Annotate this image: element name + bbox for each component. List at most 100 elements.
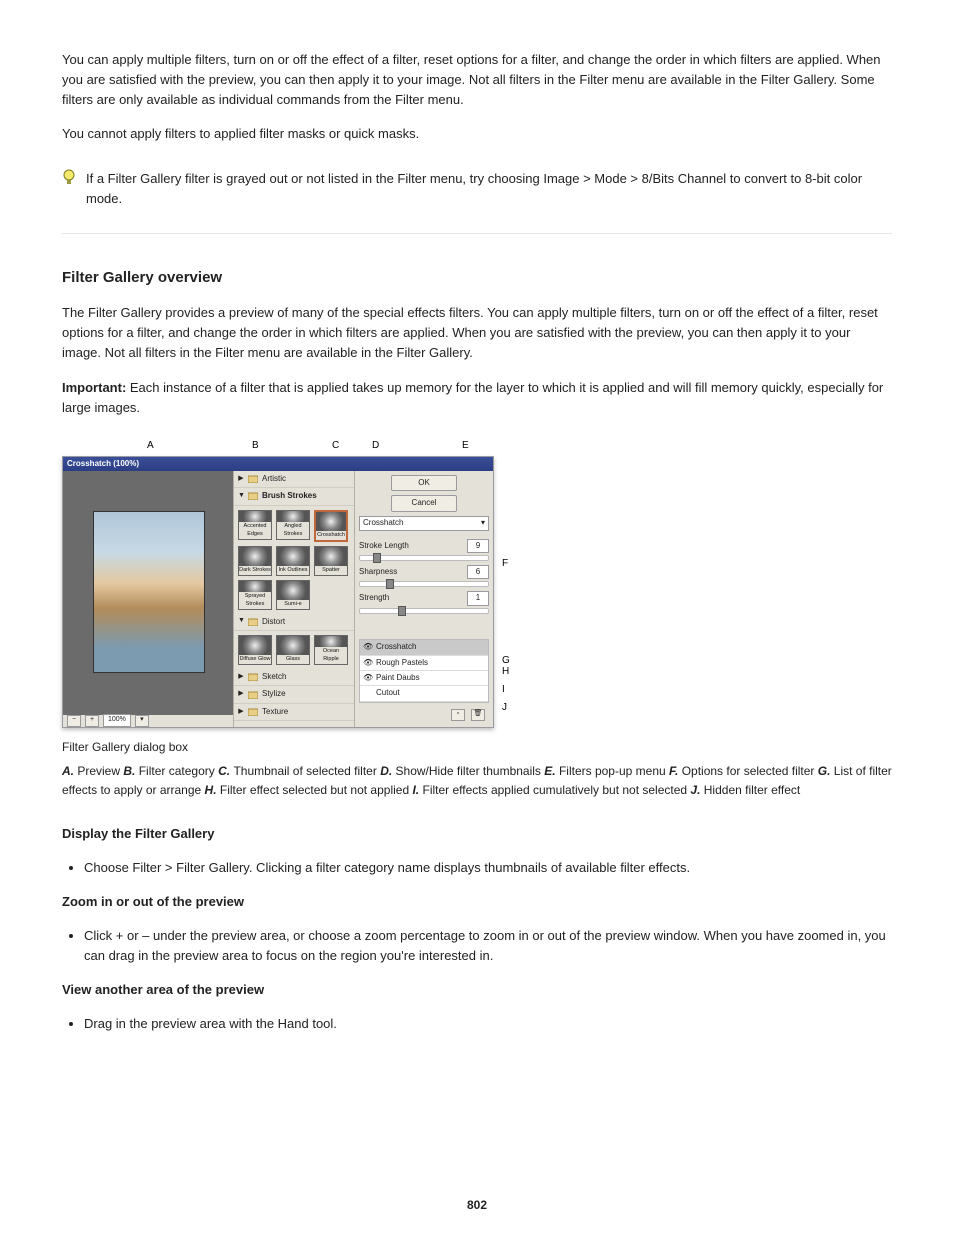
option-slider[interactable]	[359, 581, 489, 587]
important-text: Each instance of a filter that is applie…	[62, 380, 883, 415]
effect-row[interactable]: 👁Rough Pastels	[360, 656, 488, 671]
new-effect-layer-icon[interactable]: ▫	[451, 709, 465, 721]
filter-thumbnail[interactable]: Accented Edges	[238, 510, 272, 540]
filter-options-pane: OK Cancel Crosshatch ▾ Stroke Length9 Sha…	[355, 471, 493, 727]
visibility-eye-icon[interactable]: 👁	[363, 672, 373, 684]
legend-key: D.	[380, 764, 395, 778]
callout-label-f: F	[502, 556, 514, 572]
category-distort[interactable]: ▼ Distort	[234, 614, 354, 631]
display-step: Choose Filter > Filter Gallery. Clicking…	[84, 858, 892, 878]
thumbnail-preview-icon	[316, 512, 346, 531]
thumbnail-preview-icon	[239, 636, 271, 655]
delete-effect-icon[interactable]: 🗑	[471, 709, 485, 721]
thumbnail-preview-icon	[277, 636, 309, 655]
callout-label-e: E	[462, 438, 469, 454]
legend-key: A.	[62, 764, 77, 778]
thumbnail-label: Diffuse Glow	[239, 655, 271, 664]
filter-thumbnail[interactable]: Sprayed Strokes	[238, 580, 272, 610]
category-label: Artistic	[262, 473, 286, 485]
category-sketch[interactable]: ▶ Sketch	[234, 669, 354, 686]
callout-label-c: C	[332, 438, 339, 454]
dialog-body: − + 100% ▾ ▶ Artistic	[63, 471, 493, 727]
disclosure-triangle-icon: ▶	[238, 689, 244, 700]
legend-key: B.	[123, 764, 138, 778]
zoom-heading: Zoom in or out of the preview	[62, 892, 892, 912]
overview-paragraph-1: The Filter Gallery provides a preview of…	[62, 303, 892, 363]
legend-text: Thumbnail of selected filter	[233, 764, 376, 778]
preview-image[interactable]	[93, 511, 205, 673]
filter-thumbnail[interactable]: Sumi-e	[276, 580, 310, 610]
section-title: Filter Gallery overview	[62, 266, 892, 289]
thumbnail-label: Ink Outlines	[277, 566, 309, 575]
filter-option-row: Stroke Length9	[359, 539, 489, 553]
preview-zoom-bar: − + 100% ▾	[63, 715, 233, 727]
category-artistic[interactable]: ▶ Artistic	[234, 471, 354, 488]
legend-key: I.	[412, 783, 422, 797]
filter-thumbnail[interactable]: Spatter	[314, 546, 348, 576]
category-label: Stylize	[262, 688, 286, 700]
option-slider[interactable]	[359, 555, 489, 561]
ok-button[interactable]: OK	[391, 475, 457, 491]
effect-name: Rough Pastels	[376, 657, 428, 669]
thumbnail-preview-icon	[239, 581, 271, 592]
filter-thumbnail[interactable]: Angled Strokes	[276, 510, 310, 540]
view-step: Drag in the preview area with the Hand t…	[84, 1014, 892, 1034]
category-texture[interactable]: ▶ Texture	[234, 704, 354, 721]
filter-thumbnail[interactable]: Glass	[276, 635, 310, 665]
legend-key: H.	[205, 783, 220, 797]
filter-thumbnail[interactable]: Ocean Ripple	[314, 635, 348, 665]
filter-thumbnail[interactable]: Crosshatch	[314, 510, 348, 542]
page-number: 802	[0, 1196, 954, 1215]
filter-option-row: Sharpness6	[359, 565, 489, 579]
thumbnail-preview-icon	[239, 547, 271, 566]
visibility-eye-icon[interactable]: 👁	[363, 657, 373, 669]
category-label: Brush Strokes	[262, 490, 317, 502]
thumbnail-label: Sumi-e	[277, 600, 309, 609]
option-value[interactable]: 1	[467, 591, 489, 605]
important-label: Important:	[62, 380, 130, 395]
filter-thumbnail[interactable]: Ink Outlines	[276, 546, 310, 576]
slider-thumb-icon[interactable]	[373, 553, 381, 563]
effect-name: Paint Daubs	[376, 672, 420, 684]
legend-key: F.	[669, 764, 682, 778]
slider-thumb-icon[interactable]	[398, 606, 406, 616]
folder-icon	[248, 475, 258, 483]
zoom-out-button[interactable]: −	[67, 715, 81, 727]
callout-row-top: A B C D E	[62, 438, 522, 456]
lightbulb-icon	[62, 169, 76, 187]
thumbnail-grid-distort: Diffuse Glow Glass Ocean Ripple	[234, 631, 354, 669]
thumbnail-label: Angled Strokes	[277, 522, 309, 539]
legend-text: Options for selected filter	[682, 764, 815, 778]
thumbnail-label: Glass	[277, 655, 309, 664]
category-brush-strokes[interactable]: ▼ Brush Strokes	[234, 488, 354, 505]
category-stylize[interactable]: ▶ Stylize	[234, 686, 354, 703]
filter-thumbnail[interactable]: Diffuse Glow	[238, 635, 272, 665]
filter-thumbnail[interactable]: Dark Strokes	[238, 546, 272, 576]
legend-text: Filters pop-up menu	[559, 764, 666, 778]
option-value[interactable]: 9	[467, 539, 489, 553]
option-slider[interactable]	[359, 608, 489, 614]
visibility-eye-icon[interactable]: 👁	[363, 641, 373, 653]
legend-text: Filter effects applied cumulatively but …	[422, 783, 687, 797]
zoom-dropdown[interactable]: ▾	[135, 715, 149, 727]
slider-thumb-icon[interactable]	[386, 579, 394, 589]
intro-paragraph-2: You cannot apply filters to applied filt…	[62, 124, 892, 144]
disclosure-triangle-icon: ▶	[238, 707, 244, 718]
thumbnail-preview-icon	[315, 547, 347, 566]
filter-select[interactable]: Crosshatch ▾	[359, 516, 489, 531]
thumbnail-preview-icon	[277, 581, 309, 600]
filter-category-list: ▶ Artistic ▼ Brush Strokes Accented Edg	[233, 471, 355, 727]
effect-row[interactable]: Cutout	[360, 686, 488, 701]
option-value[interactable]: 6	[467, 565, 489, 579]
filter-option-row: Strength 1	[359, 591, 489, 605]
zoom-in-button[interactable]: +	[85, 715, 99, 727]
tip-text: If a Filter Gallery filter is grayed out…	[86, 169, 892, 209]
cancel-button[interactable]: Cancel	[391, 495, 457, 511]
legend-text: Preview	[77, 764, 120, 778]
effect-row[interactable]: 👁Crosshatch	[360, 640, 488, 655]
effect-row[interactable]: 👁Paint Daubs	[360, 671, 488, 686]
option-label: Strength	[359, 592, 389, 604]
zoom-percentage[interactable]: 100%	[103, 714, 131, 726]
callout-label-d: D	[372, 438, 379, 454]
legend-key: E.	[544, 764, 559, 778]
